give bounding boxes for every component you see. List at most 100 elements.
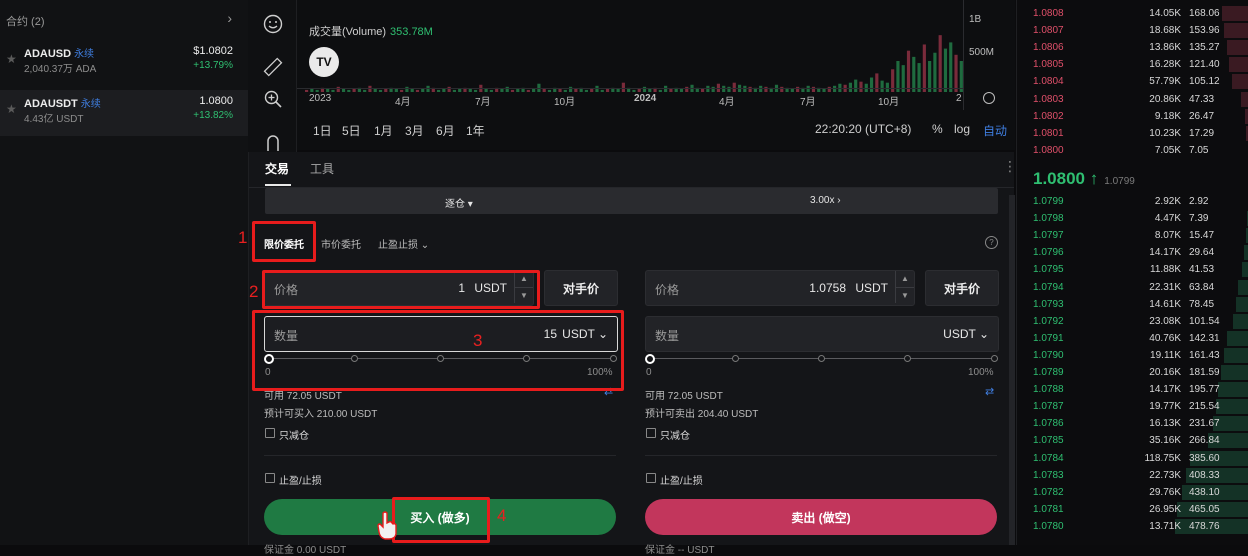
stepper-up-icon[interactable]: ▲ (896, 271, 914, 288)
timeframe-6m[interactable]: 6月 (436, 122, 455, 139)
buy-counterparty-button[interactable]: 对手价 (544, 270, 618, 306)
volume-bar (363, 90, 366, 92)
orderbook-row[interactable]: 1.078126.95K465.05 (1017, 501, 1248, 518)
volume-bar (374, 89, 377, 92)
orderbook-row[interactable]: 1.078920.16K181.59 (1017, 364, 1248, 381)
transfer-icon[interactable]: ⇄ (985, 385, 994, 398)
slider-step[interactable] (818, 355, 825, 362)
orderbook-row[interactable]: 1.078229.76K438.10 (1017, 484, 1248, 501)
orderbook-price: 1.0785 (1033, 435, 1064, 446)
orderbook-size: 10.23K (1149, 128, 1181, 139)
slider-step[interactable] (991, 355, 998, 362)
sell-short-button[interactable]: 卖出 (做空) (645, 499, 997, 535)
orderbook-row[interactable]: 1.079422.31K63.84 (1017, 279, 1248, 296)
timeframe-1y[interactable]: 1年 (466, 122, 485, 139)
pair-symbol: ADAUSD (24, 48, 71, 60)
orderbook-row[interactable]: 1.07978.07K15.47 (1017, 227, 1248, 244)
orderbook-total: 135.27 (1185, 42, 1248, 53)
orderbook-row[interactable]: 1.08007.05K7.05 (1017, 142, 1248, 159)
sell-counterparty-button[interactable]: 对手价 (925, 270, 999, 306)
orderbook-size: 2.92K (1155, 196, 1181, 207)
volume-bar (590, 89, 593, 92)
more-options-icon[interactable]: ⋮ (1003, 158, 1017, 175)
sell-tpsl-checkbox[interactable] (646, 473, 656, 483)
orderbook-total: 78.45 (1185, 299, 1248, 310)
sell-qty-unit-select[interactable]: USDT ⌄ (943, 327, 989, 341)
orderbook-total: 17.29 (1185, 128, 1248, 139)
magnet-icon[interactable] (262, 130, 284, 152)
orderbook-row[interactable]: 1.078322.73K408.33 (1017, 467, 1248, 484)
orderbook-row[interactable]: 1.08029.18K26.47 (1017, 108, 1248, 125)
orderbook-row[interactable]: 1.078814.17K195.77 (1017, 381, 1248, 398)
ruler-icon[interactable] (262, 56, 284, 78)
margin-mode-select[interactable]: 逐仓 ▾ (445, 195, 473, 210)
star-icon[interactable]: ★ (6, 52, 17, 66)
timeframe-1m[interactable]: 1月 (374, 122, 393, 139)
pair-item-adausd[interactable]: ★ ADAUSD永续 2,040.37万 ADA $1.0802 +13.79% (0, 40, 248, 86)
orderbook-row[interactable]: 1.07984.47K7.39 (1017, 210, 1248, 227)
slider-step[interactable] (904, 355, 911, 362)
auto-toggle[interactable]: 自动 (983, 122, 1007, 139)
zoom-in-icon[interactable] (262, 88, 284, 110)
slider-step[interactable] (732, 355, 739, 362)
orderbook-row[interactable]: 1.07992.92K2.92 (1017, 193, 1248, 210)
orderbook-row[interactable]: 1.080320.86K47.33 (1017, 91, 1248, 108)
timeframe-5d[interactable]: 5日 (342, 122, 361, 139)
orderbook-row[interactable]: 1.080516.28K121.40 (1017, 56, 1248, 73)
orderbook-row[interactable]: 1.079019.11K161.43 (1017, 347, 1248, 364)
orderbook-row[interactable]: 1.080110.23K17.29 (1017, 125, 1248, 142)
orderbook-row[interactable]: 1.079223.08K101.54 (1017, 313, 1248, 330)
leverage-select[interactable]: 3.00x › (810, 195, 841, 206)
order-type-market[interactable]: 市价委托 (321, 236, 361, 251)
x-tick-jul: 7月 (800, 93, 816, 108)
log-toggle[interactable]: log (954, 122, 970, 136)
orderbook-total: 7.05 (1185, 145, 1248, 156)
buy-reduce-only-checkbox[interactable] (265, 428, 275, 438)
orderbook-row[interactable]: 1.078616.13K231.67 (1017, 415, 1248, 432)
stepper-down-icon[interactable]: ▼ (896, 288, 914, 303)
orderbook-row[interactable]: 1.079614.17K29.64 (1017, 244, 1248, 261)
volume-bar (474, 90, 477, 92)
contract-list-header: 合约 (2) (6, 13, 45, 29)
sell-quantity-input[interactable]: 数量 USDT ⌄ (645, 316, 999, 352)
orderbook-row[interactable]: 1.079511.88K41.53 (1017, 261, 1248, 278)
timeframe-1d[interactable]: 1日 (313, 122, 332, 139)
orderbook-price: 1.0781 (1033, 504, 1064, 515)
sell-price-stepper[interactable]: ▲ ▼ (895, 271, 914, 303)
tab-trade[interactable]: 交易 (265, 160, 289, 177)
orderbook-row[interactable]: 1.078719.77K215.54 (1017, 398, 1248, 415)
sell-reduce-only-checkbox[interactable] (646, 428, 656, 438)
orderbook-row[interactable]: 1.080613.86K135.27 (1017, 39, 1248, 56)
orderbook-size: 20.16K (1149, 367, 1181, 378)
help-icon[interactable]: ? (985, 236, 998, 249)
timeframe-3m[interactable]: 3月 (405, 122, 424, 139)
orderbook-row[interactable]: 1.080457.79K105.12 (1017, 73, 1248, 90)
emoji-icon[interactable] (262, 13, 284, 35)
tab-tools[interactable]: 工具 (310, 160, 334, 177)
buy-tpsl-checkbox[interactable] (265, 473, 275, 483)
sell-slider-thumb[interactable] (645, 354, 655, 364)
orderbook-row[interactable]: 1.080718.68K153.96 (1017, 22, 1248, 39)
orderbook-price: 1.0782 (1033, 487, 1064, 498)
annotation-box-4 (392, 497, 490, 543)
settings-icon[interactable] (983, 92, 995, 104)
chevron-right-icon[interactable]: › (227, 10, 232, 26)
orderbook-row[interactable]: 1.078013.71K478.76 (1017, 518, 1248, 535)
orderbook-row[interactable]: 1.079314.61K78.45 (1017, 296, 1248, 313)
price-chart[interactable]: 成交量(Volume)353.78M TV 1B 500M 2023 4月 7月… (297, 0, 1015, 150)
pair-item-adausdt[interactable]: ★ ADAUSDT永续 4.43亿 USDT 1.0800 +13.82% (0, 90, 248, 136)
orderbook-row[interactable]: 1.0784118.75K385.60 (1017, 450, 1248, 467)
orderbook-row[interactable]: 1.079140.76K142.31 (1017, 330, 1248, 347)
orderbook-row[interactable]: 1.078535.16K266.84 (1017, 432, 1248, 449)
percent-toggle[interactable]: % (932, 122, 943, 136)
volume-bar (564, 90, 567, 92)
star-icon[interactable]: ★ (6, 102, 17, 116)
sell-price-input[interactable]: 价格 1.0758 USDT ▲ ▼ (645, 270, 915, 306)
perpetual-tag: 永续 (81, 99, 101, 110)
order-type-tpsl[interactable]: 止盈止损 ⌄ (378, 236, 429, 251)
trade-panel-scrollbar[interactable] (1009, 195, 1015, 545)
pair-price: 1.0800 (199, 95, 233, 107)
orderbook-row[interactable]: 1.080814.05K168.06 (1017, 5, 1248, 22)
orderbook-total: 41.53 (1185, 264, 1248, 275)
orderbook-total: 26.47 (1185, 111, 1248, 122)
